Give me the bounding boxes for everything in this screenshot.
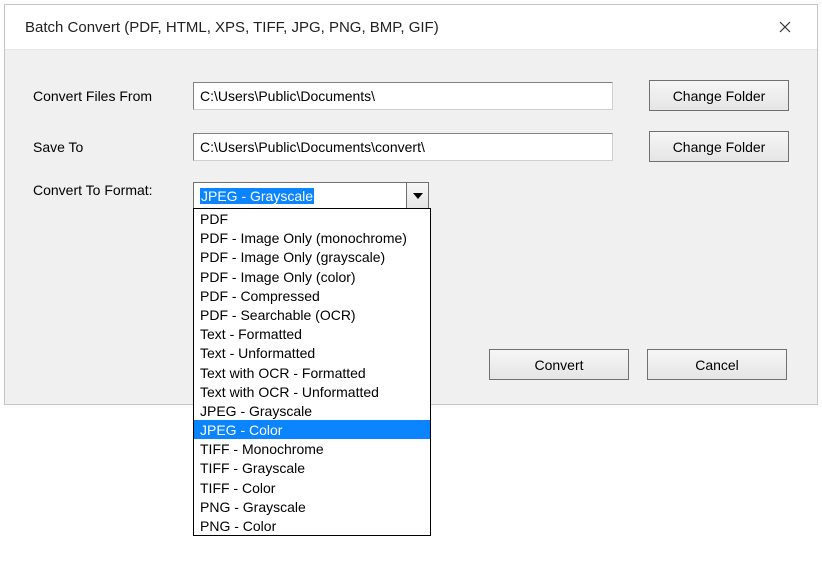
cancel-button[interactable]: Cancel xyxy=(647,349,787,380)
format-option[interactable]: JPEG - Color xyxy=(194,420,430,439)
format-selected: JPEG - Grayscale xyxy=(194,183,406,208)
format-option[interactable]: PDF - Image Only (color) xyxy=(194,267,430,286)
label-from: Convert Files From xyxy=(33,88,193,104)
format-option[interactable]: PDF - Image Only (monochrome) xyxy=(194,228,430,247)
format-option[interactable]: PNG - Color xyxy=(194,516,430,535)
close-icon xyxy=(779,21,791,33)
format-option[interactable]: Text - Formatted xyxy=(194,324,430,343)
format-option[interactable]: TIFF - Color xyxy=(194,478,430,497)
change-folder-from-button[interactable]: Change Folder xyxy=(649,80,789,111)
format-option[interactable]: Text - Unformatted xyxy=(194,343,430,362)
format-option[interactable]: JPEG - Grayscale xyxy=(194,401,430,420)
format-option[interactable]: PDF - Compressed xyxy=(194,286,430,305)
format-option[interactable]: Text with OCR - Formatted xyxy=(194,363,430,382)
format-dropdown[interactable]: PDFPDF - Image Only (monochrome)PDF - Im… xyxy=(193,208,431,536)
dialog-content: Convert Files From Change Folder Save To… xyxy=(5,49,817,404)
close-button[interactable] xyxy=(767,13,803,41)
row-to: Save To Change Folder xyxy=(33,131,789,162)
format-combo-wrap: JPEG - Grayscale PDFPDF - Image Only (mo… xyxy=(193,182,429,209)
format-selected-text: JPEG - Grayscale xyxy=(200,188,314,204)
format-option[interactable]: TIFF - Monochrome xyxy=(194,439,430,458)
row-format: Convert To Format: JPEG - Grayscale PDFP… xyxy=(33,182,789,209)
input-to-path[interactable] xyxy=(193,133,613,161)
row-from: Convert Files From Change Folder xyxy=(33,80,789,111)
convert-button[interactable]: Convert xyxy=(489,349,629,380)
input-from-path[interactable] xyxy=(193,82,613,110)
format-option[interactable]: PNG - Grayscale xyxy=(194,497,430,516)
change-folder-to-button[interactable]: Change Folder xyxy=(649,131,789,162)
format-option[interactable]: PDF - Searchable (OCR) xyxy=(194,305,430,324)
format-option[interactable]: PDF xyxy=(194,209,430,228)
chevron-down-icon[interactable] xyxy=(406,183,428,208)
label-format: Convert To Format: xyxy=(33,182,193,198)
label-to: Save To xyxy=(33,139,193,155)
dialog-title: Batch Convert (PDF, HTML, XPS, TIFF, JPG… xyxy=(25,19,439,36)
titlebar: Batch Convert (PDF, HTML, XPS, TIFF, JPG… xyxy=(5,5,817,49)
format-combobox[interactable]: JPEG - Grayscale xyxy=(193,182,429,209)
format-option[interactable]: PDF - Image Only (grayscale) xyxy=(194,247,430,266)
format-option[interactable]: Text with OCR - Unformatted xyxy=(194,382,430,401)
format-option[interactable]: TIFF - Grayscale xyxy=(194,458,430,477)
dialog-window: Batch Convert (PDF, HTML, XPS, TIFF, JPG… xyxy=(4,4,818,405)
